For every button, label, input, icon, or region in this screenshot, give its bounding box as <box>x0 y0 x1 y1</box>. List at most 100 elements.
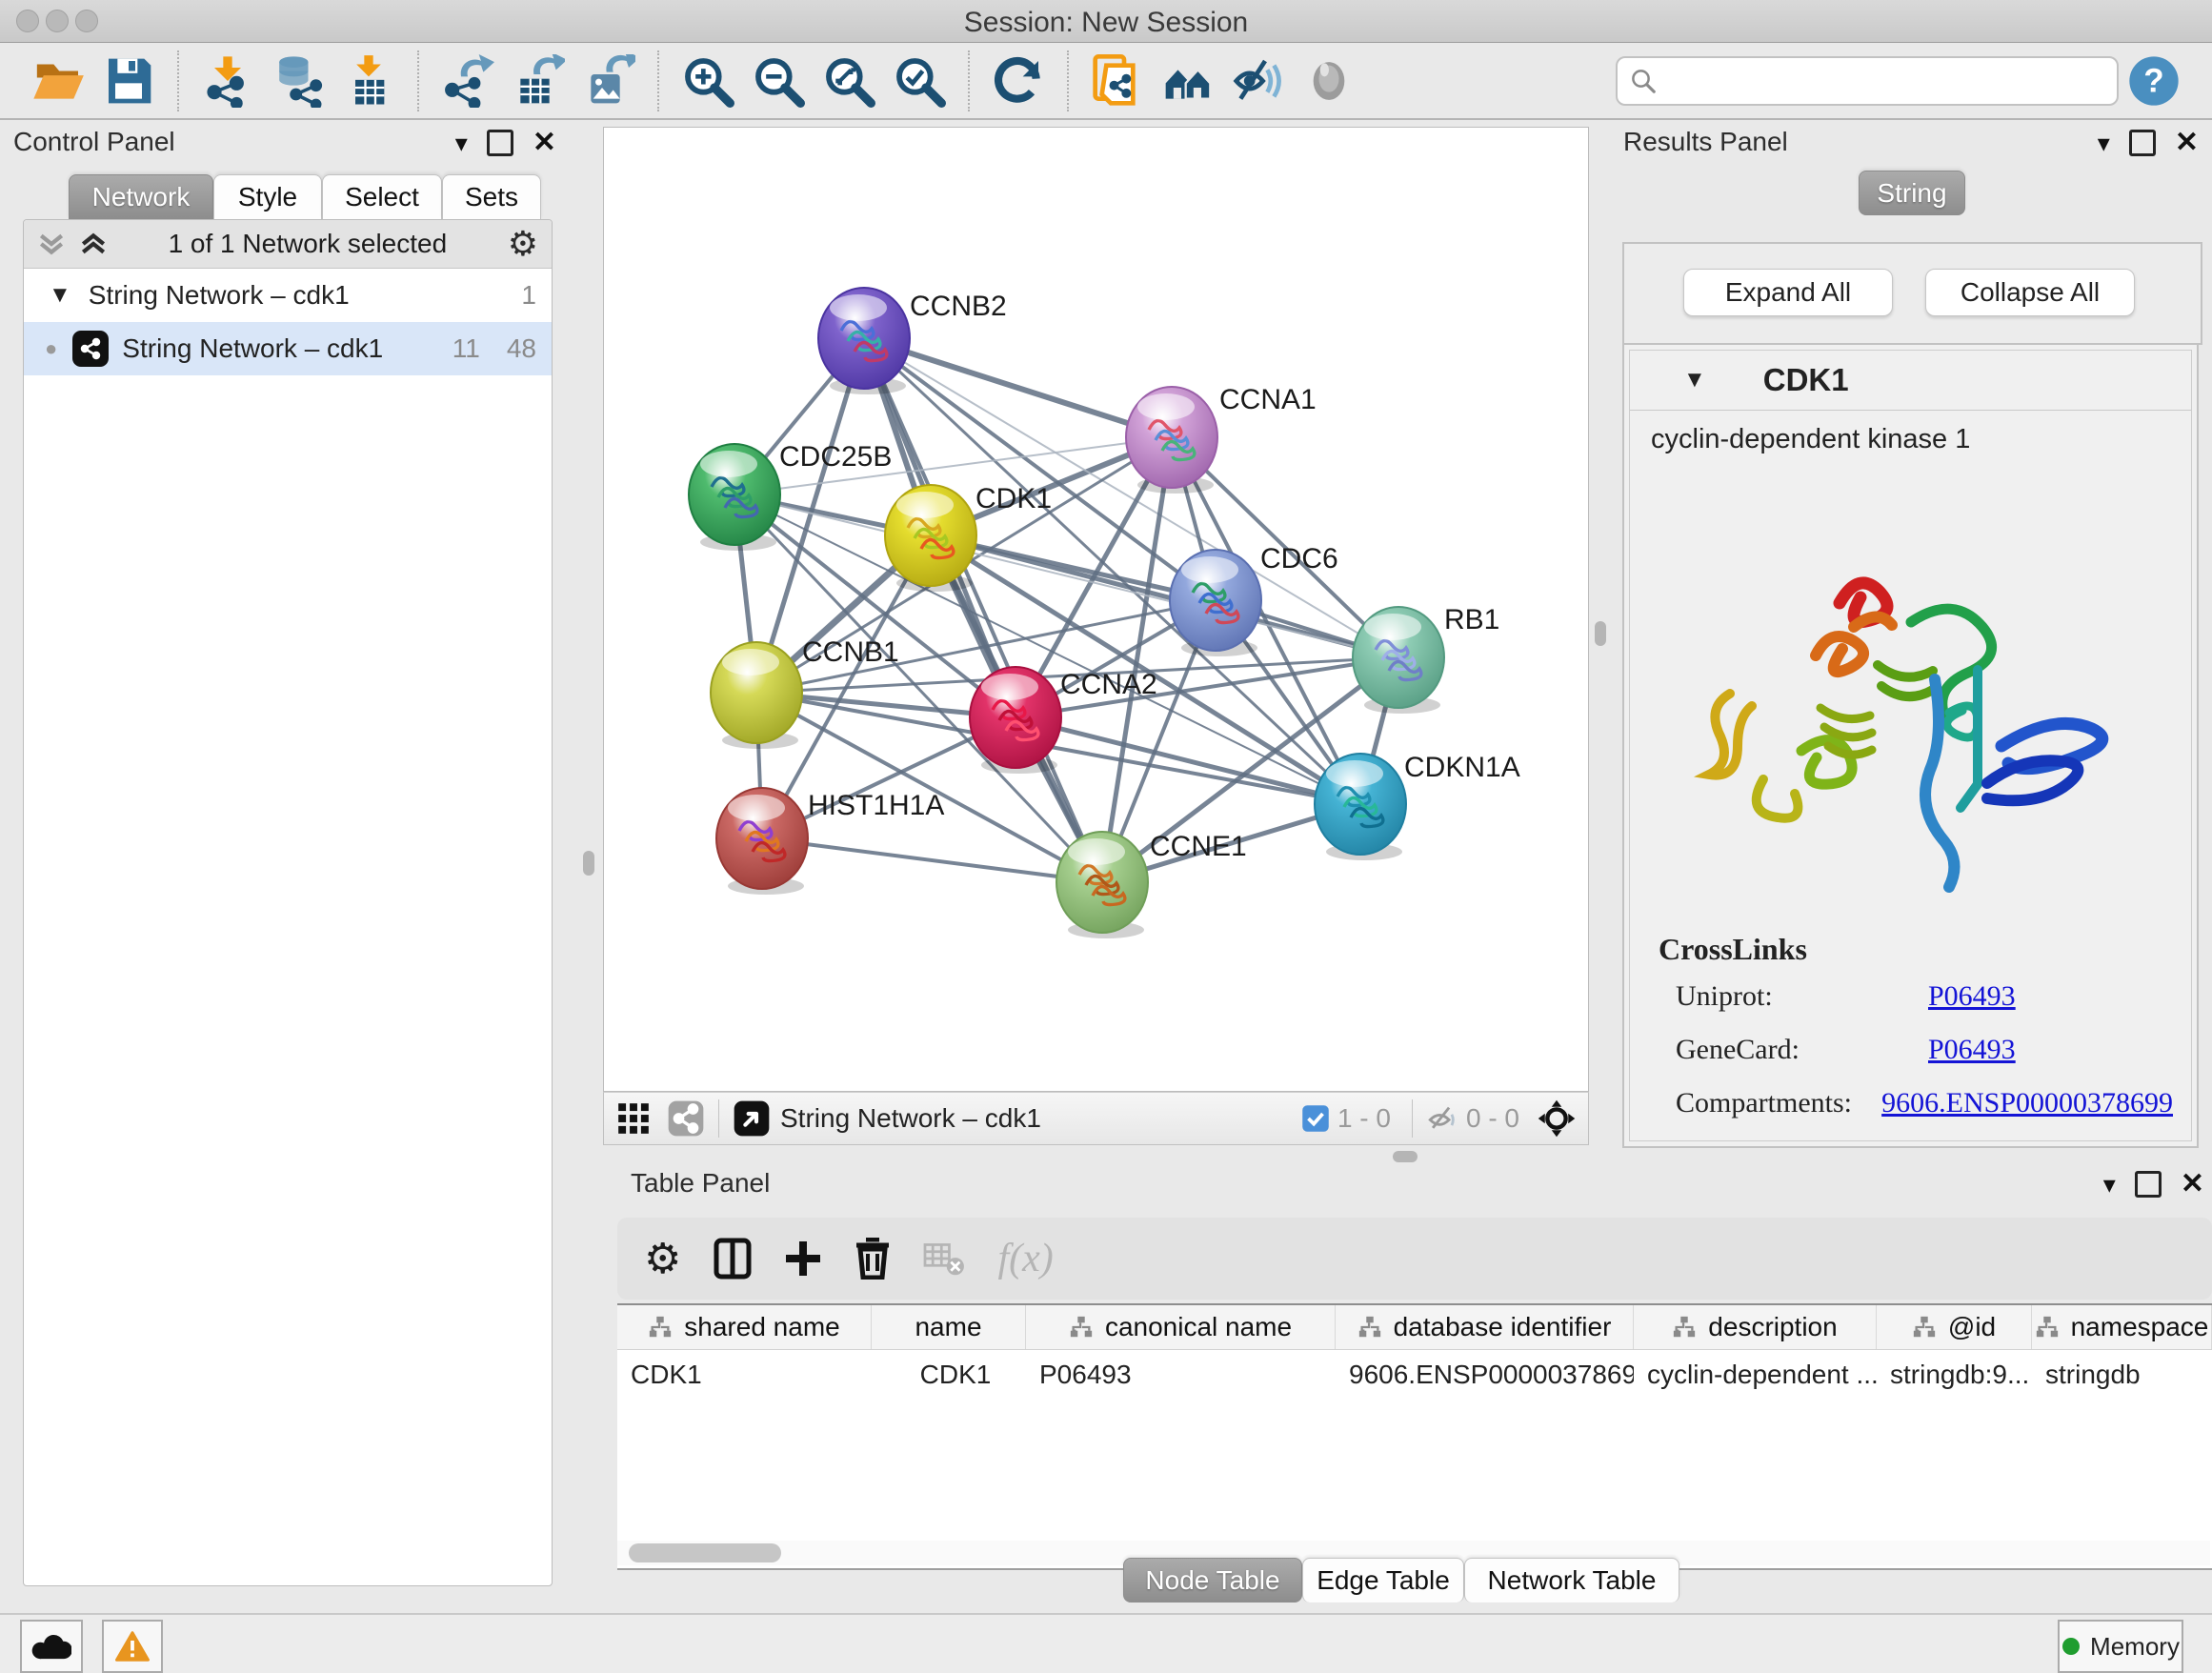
panel-menu-icon[interactable]: ▾ <box>2098 131 2110 155</box>
cloud-button[interactable] <box>20 1620 83 1673</box>
export-image-icon[interactable] <box>580 52 637 110</box>
table-row[interactable]: CDK1CDK1P064939606.ENSP00000378699cyclin… <box>617 1350 2212 1400</box>
search-input[interactable] <box>1658 65 2105 96</box>
table-cell[interactable]: 9606.ENSP00000378699 <box>1336 1360 1634 1390</box>
table-cell[interactable]: stringdb:9... <box>1877 1360 2032 1390</box>
export-network-icon[interactable] <box>439 52 496 110</box>
panel-close-icon[interactable]: ✕ <box>533 129 556 157</box>
table-cell[interactable]: P06493 <box>1026 1360 1336 1390</box>
import-table-file-icon[interactable] <box>340 52 397 110</box>
crosslink-link[interactable]: P06493 <box>1928 980 2016 1013</box>
edge-HIST1H1A-CCNE1[interactable] <box>762 838 1102 882</box>
column-type-icon <box>1912 1315 1937 1340</box>
left-splitter-handle[interactable] <box>583 851 594 876</box>
save-session-icon[interactable] <box>100 52 157 110</box>
gene-collapse-icon[interactable]: ▼ <box>1683 367 1706 393</box>
share-view-icon[interactable] <box>667 1099 705 1138</box>
toggle-graphics-details-icon[interactable] <box>1230 52 1287 110</box>
table-options-gear-icon[interactable]: ⚙ <box>644 1235 681 1283</box>
zoom-fit-icon[interactable] <box>820 52 877 110</box>
pan-crosshair-icon[interactable] <box>1537 1099 1577 1139</box>
tab-string[interactable]: String <box>1859 171 1965 215</box>
node-HIST1H1A[interactable]: HIST1H1A <box>716 788 944 895</box>
zoom-out-icon[interactable] <box>750 52 807 110</box>
delete-column-icon[interactable] <box>855 1238 891 1280</box>
open-session-icon[interactable] <box>30 52 87 110</box>
right-splitter-handle[interactable] <box>1595 621 1606 646</box>
edge-CCNB2-CCNA1[interactable] <box>864 338 1172 437</box>
column-header-namespace[interactable]: namespace <box>2032 1305 2212 1349</box>
network-view-canvas[interactable]: CCNB2CCNA1CDC25BCDK1CDC6RB1CCNB1CCNA2CDK… <box>603 127 1589 1092</box>
network-view-title: String Network – cdk1 <box>780 1103 1301 1134</box>
zoom-in-icon[interactable] <box>679 52 736 110</box>
network-row[interactable]: ● String Network – cdk1 11 48 <box>24 322 552 375</box>
node-CCNE1[interactable]: CCNE1 <box>1056 831 1247 938</box>
panel-float-icon[interactable] <box>2129 130 2156 156</box>
tab-network-table[interactable]: Network Table <box>1464 1558 1679 1602</box>
memory-button[interactable]: Memory <box>2058 1620 2183 1673</box>
show-columns-icon[interactable] <box>714 1238 752 1280</box>
warning-button[interactable] <box>102 1620 163 1673</box>
export-table-icon[interactable] <box>510 52 567 110</box>
panel-float-icon[interactable] <box>2135 1171 2162 1198</box>
navigator-icon[interactable] <box>733 1099 771 1138</box>
network-collection-row[interactable]: ▼ String Network – cdk1 1 <box>24 269 552 322</box>
tab-edge-table[interactable]: Edge Table <box>1302 1558 1464 1602</box>
column-header-description[interactable]: description <box>1634 1305 1877 1349</box>
node-CCNA1[interactable]: CCNA1 <box>1126 384 1317 494</box>
panel-menu-icon[interactable]: ▾ <box>2103 1172 2116 1197</box>
crosslink-link[interactable]: P06493 <box>1928 1034 2016 1066</box>
refresh-icon[interactable] <box>990 52 1047 110</box>
table-cell[interactable]: cyclin-dependent ... <box>1634 1360 1877 1390</box>
tab-sets[interactable]: Sets <box>442 174 541 219</box>
grid-view-icon[interactable] <box>615 1100 652 1137</box>
node-CDKN1A[interactable]: CDKN1A <box>1315 752 1520 860</box>
bottom-splitter-handle[interactable] <box>1393 1151 1418 1162</box>
column-header-name[interactable]: name <box>872 1305 1026 1349</box>
edge-CDC25B-RB1[interactable] <box>734 494 1398 657</box>
tab-select[interactable]: Select <box>322 174 442 219</box>
collection-expand-icon[interactable]: ▼ <box>49 282 71 309</box>
home-icon[interactable] <box>1159 52 1217 110</box>
table-cell[interactable]: CDK1 <box>872 1360 1026 1390</box>
help-icon[interactable]: ? <box>2125 52 2182 110</box>
network-view-toolbar: String Network – cdk1 1 - 0 0 - 0 <box>603 1092 1589 1145</box>
collapse-all-button[interactable]: Collapse All <box>1925 269 2135 316</box>
panel-menu-icon[interactable]: ▾ <box>455 131 468 155</box>
node-CDC25B[interactable]: CDC25B <box>689 441 892 551</box>
table-cell[interactable]: stringdb <box>2032 1360 2212 1390</box>
tree-options-gear-icon[interactable]: ⚙ <box>508 224 538 264</box>
add-column-icon[interactable] <box>784 1240 822 1278</box>
clone-network-icon[interactable] <box>1089 52 1146 110</box>
node-CDC6[interactable]: CDC6 <box>1170 543 1338 656</box>
zoom-selected-icon[interactable] <box>891 52 948 110</box>
tab-network[interactable]: Network <box>69 174 213 219</box>
panel-close-icon[interactable]: ✕ <box>2175 129 2199 157</box>
column-header-shared-name[interactable]: shared name <box>617 1305 872 1349</box>
node-CCNB1[interactable]: CCNB1 <box>711 636 899 749</box>
gene-section-header[interactable]: ▼ CDK1 <box>1630 351 2191 411</box>
tab-node-table[interactable]: Node Table <box>1123 1558 1302 1602</box>
column-header-canonical-name[interactable]: canonical name <box>1026 1305 1336 1349</box>
hidden-eye-icon[interactable] <box>1426 1102 1458 1135</box>
import-network-file-icon[interactable] <box>199 52 256 110</box>
birds-eye-view-icon[interactable] <box>1300 52 1357 110</box>
crosslink-link[interactable]: 9606.ENSP00000378699 <box>1881 1140 2173 1141</box>
collapse-all-icon[interactable] <box>37 230 66 258</box>
node-RB1[interactable]: RB1 <box>1353 604 1499 714</box>
scrollbar-thumb[interactable] <box>629 1543 781 1562</box>
panel-float-icon[interactable] <box>487 130 513 156</box>
string-network-graph[interactable]: CCNB2CCNA1CDC25BCDK1CDC6RB1CCNB1CCNA2CDK… <box>604 128 1588 1091</box>
table-cell[interactable]: CDK1 <box>617 1360 872 1390</box>
toolbar-divider <box>968 50 970 111</box>
crosslink-link[interactable]: 9606.ENSP00000378699 <box>1881 1087 2173 1119</box>
expand-all-button[interactable]: Expand All <box>1683 269 1893 316</box>
tab-style[interactable]: Style <box>213 174 322 219</box>
selected-checkbox-icon[interactable] <box>1301 1104 1330 1133</box>
column-header-database-identifier[interactable]: database identifier <box>1336 1305 1634 1349</box>
node-CCNB2[interactable]: CCNB2 <box>818 288 1007 394</box>
panel-close-icon[interactable]: ✕ <box>2181 1170 2204 1199</box>
expand-all-icon[interactable] <box>79 230 108 258</box>
import-network-database-icon[interactable] <box>270 52 327 110</box>
column-header--id[interactable]: @id <box>1877 1305 2032 1349</box>
